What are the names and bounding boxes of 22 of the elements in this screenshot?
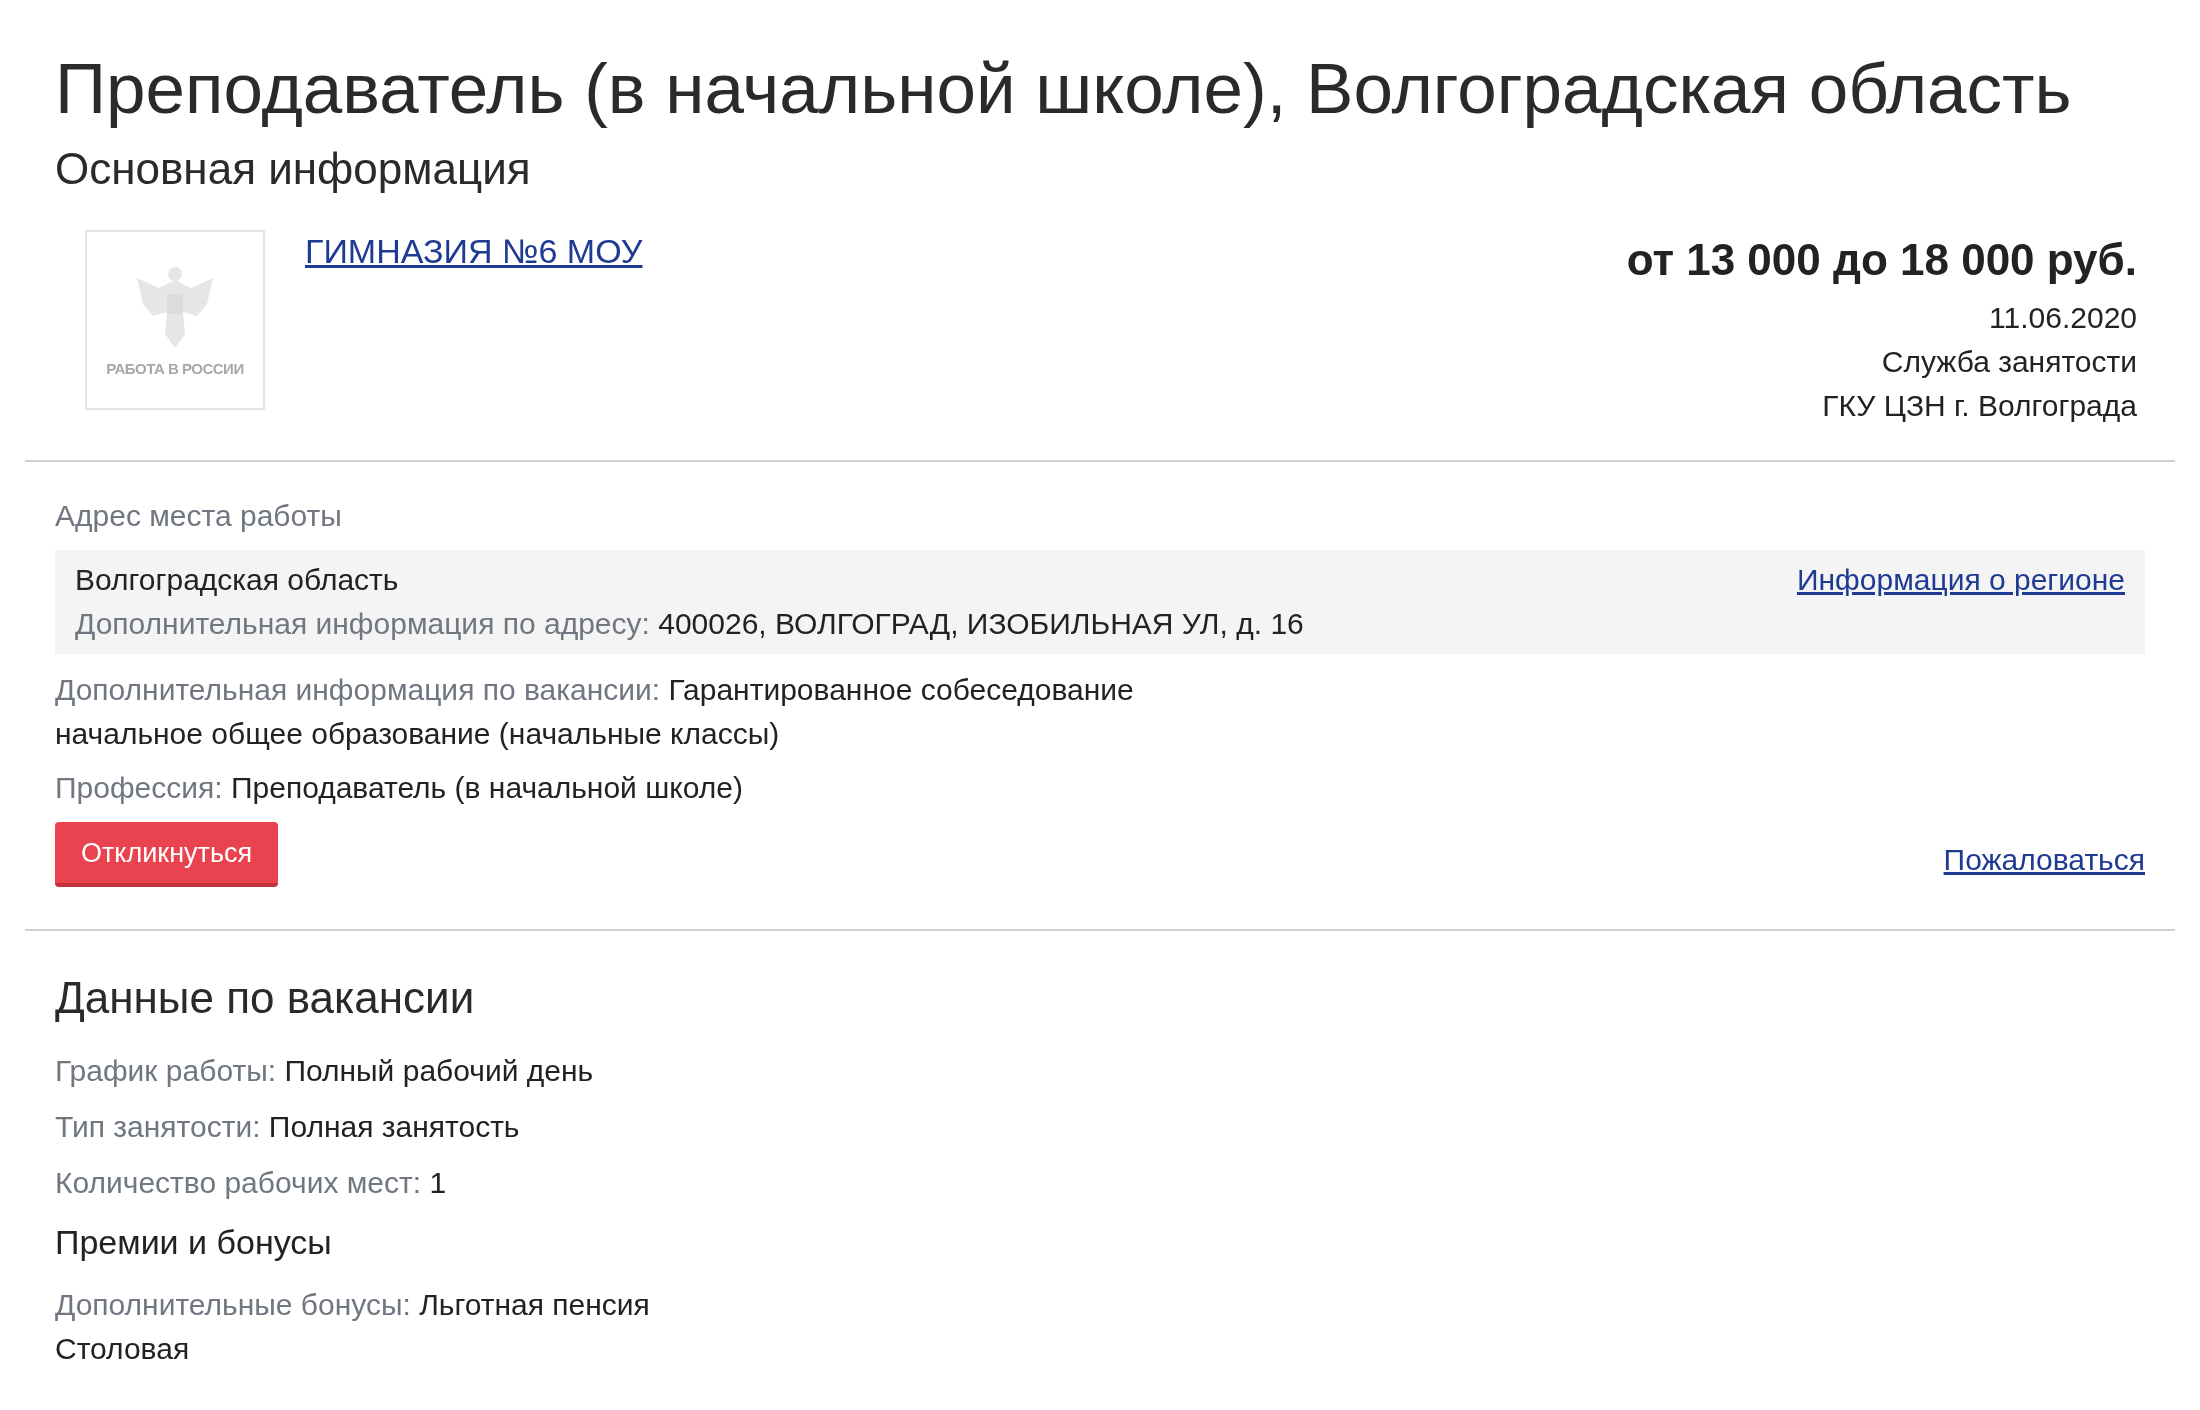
source-line: Служба занятости (1880, 344, 2137, 380)
region-info-link[interactable]: Информация о регионе (1796, 558, 2125, 602)
complain-link[interactable]: Пожаловаться (1943, 842, 2145, 877)
source-line: ГКУ ЦЗН г. Волгограда (1821, 388, 2137, 424)
logo-caption: РАБОТА В РОССИИ (106, 359, 244, 377)
section-title: Данные по вакансии (55, 972, 476, 1024)
vacancy-info: Дополнительная информация по вакансии: Гарантированное собеседование начальное общее образование (начальные классы) (55, 672, 1135, 752)
subsection-title: Премии и бонусы (55, 1222, 333, 1263)
detail-field: График работы: Полный рабочий день (55, 1049, 2145, 1093)
address-detail: Дополнительная информация по адресу: 400026, ВОЛГОГРАД, ИЗОБИЛЬНАЯ УЛ, д. 16 (75, 606, 1305, 642)
region: Волгоградская область (75, 562, 399, 598)
detail-field: Количество рабочих мест: 1 (55, 1161, 2145, 1205)
section-title: Основная информация (55, 143, 532, 195)
page-title: Преподаватель (в начальной школе), Волгоградская область (55, 48, 2073, 130)
employer-link[interactable]: ГИМНАЗИЯ №6 МОУ (305, 232, 643, 271)
bonus-field: Дополнительные бонусы: Льготная пенсия Столовая (55, 1283, 2145, 1371)
salary: от 13 000 до 18 000 руб. (1626, 234, 2137, 286)
profession: Профессия: Преподаватель (в начальной школе) (55, 770, 744, 806)
detail-field: Тип занятости: Полная занятость (55, 1105, 2145, 1149)
address-label: Адрес места работы (55, 498, 343, 534)
respond-button[interactable]: Откликнуться (55, 822, 279, 887)
publish-date: 11.06.2020 (1988, 300, 2137, 336)
